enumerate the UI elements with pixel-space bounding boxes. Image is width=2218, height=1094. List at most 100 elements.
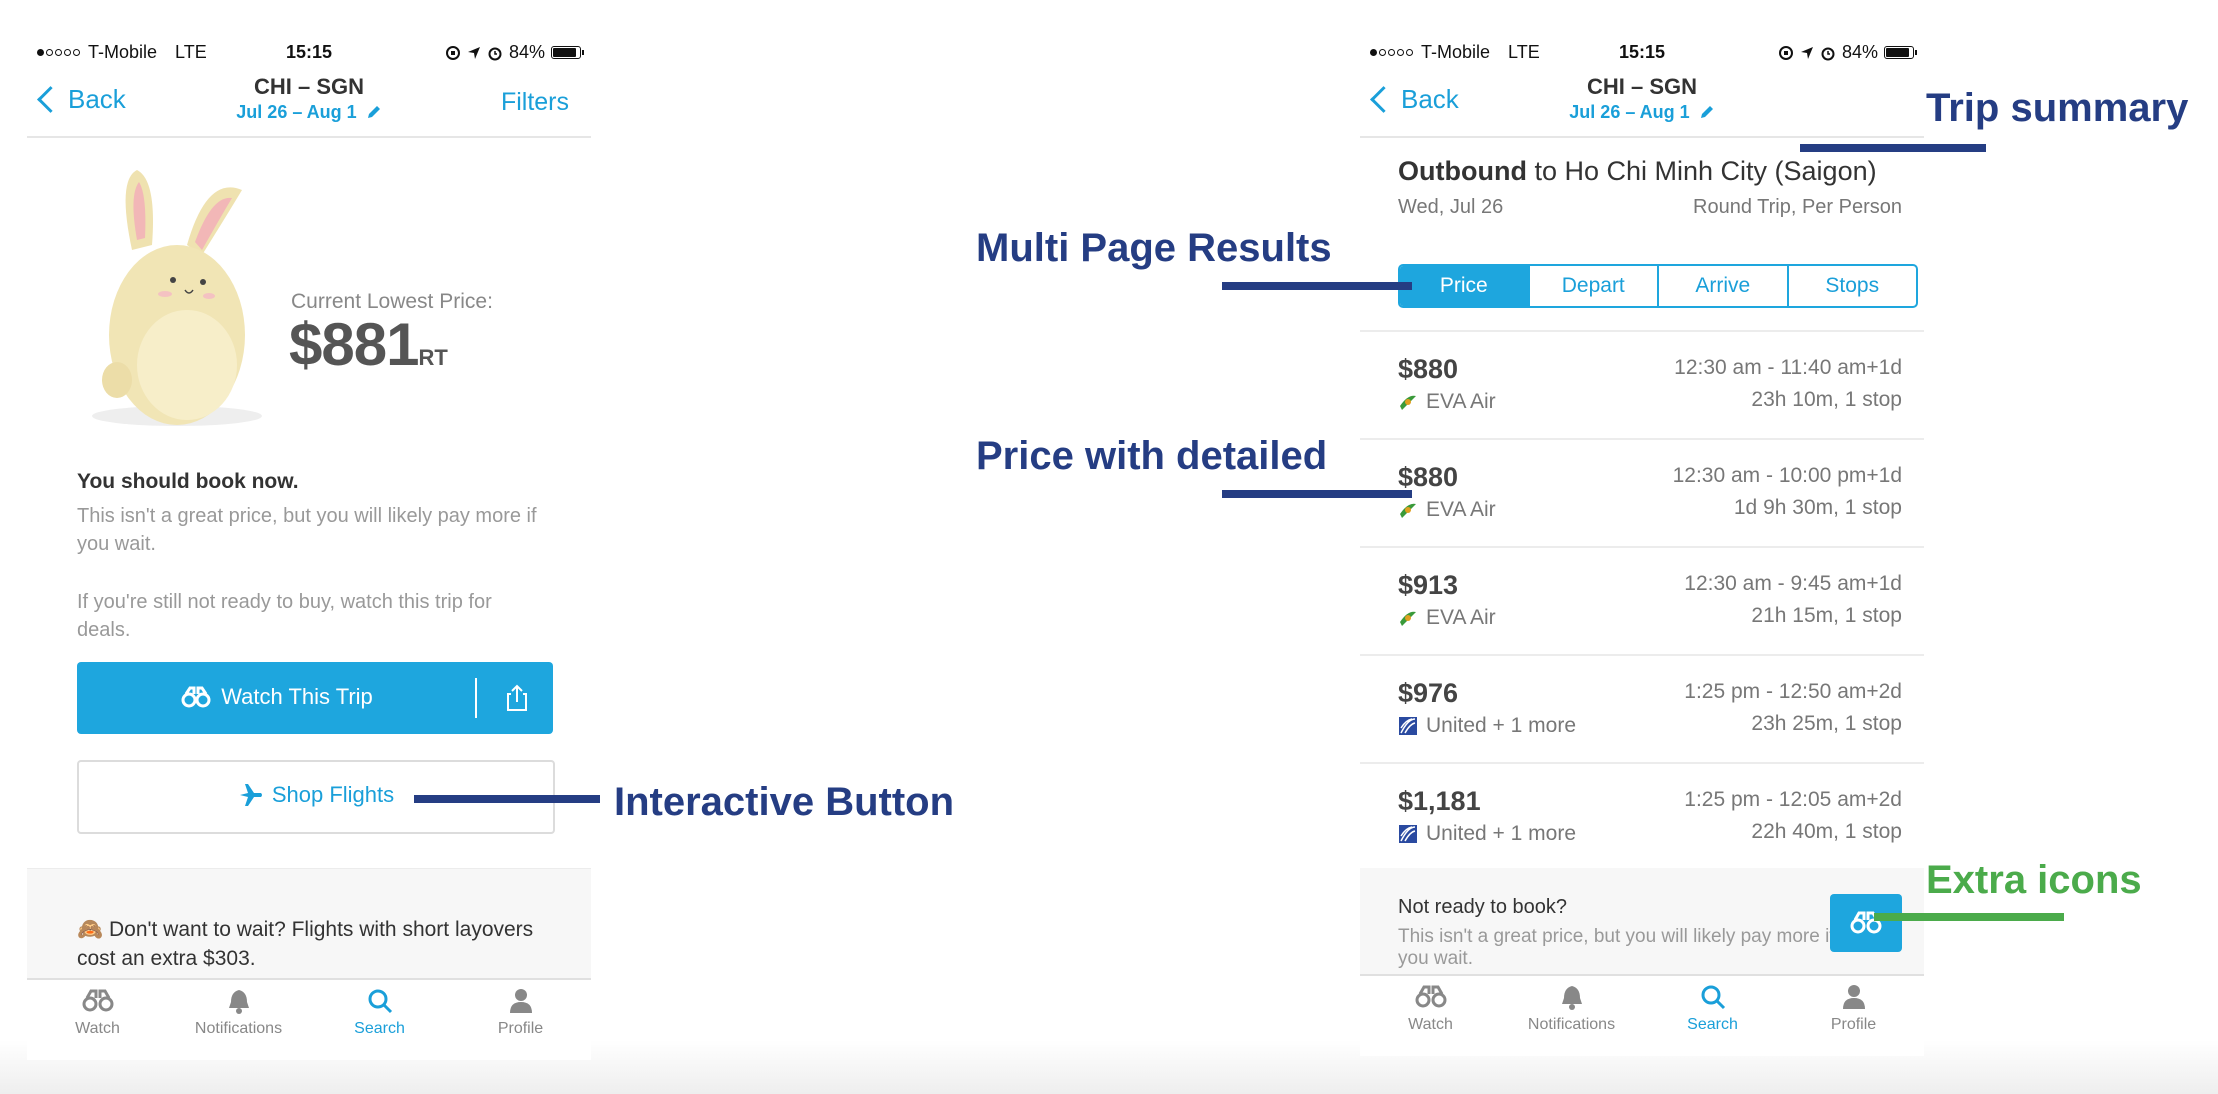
filters-button[interactable]: Filters <box>501 88 569 117</box>
not-ready-body: This isn't a great price, but you will l… <box>1398 926 1835 969</box>
flight-result-row[interactable]: $976 United + 1 more 1:25 pm - 12:50 am+… <box>1360 656 1924 764</box>
tab-search[interactable]: Search <box>309 980 450 1060</box>
trip-direction: Outbound <box>1398 156 1527 186</box>
airline-name: United + 1 more <box>1426 822 1576 845</box>
annotation-trip-summary-line <box>1800 144 1986 152</box>
flight-result-row[interactable]: $880 EVA Air 12:30 am - 11:40 am+1d 23h … <box>1360 332 1924 440</box>
sort-segmented-control: Price Depart Arrive Stops <box>1398 264 1918 308</box>
sort-tab-arrive[interactable]: Arrive <box>1657 266 1787 306</box>
share-icon[interactable] <box>497 682 537 714</box>
tab-watch[interactable]: Watch <box>1360 976 1501 1056</box>
annotation-interactive-button-line <box>414 795 600 803</box>
flight-result-row[interactable]: $880 EVA Air 12:30 am - 10:00 pm+1d 1d 9… <box>1360 440 1924 548</box>
flight-result-row[interactable]: $913 EVA Air 12:30 am - 9:45 am+1d 21h 1… <box>1360 548 1924 656</box>
flight-times: 12:30 am - 11:40 am+1d <box>1674 356 1902 379</box>
tab-watch-label: Watch <box>1408 1016 1453 1033</box>
advice-headline: You should book now. <box>77 470 299 493</box>
flight-duration: 21h 15m, 1 stop <box>1751 604 1902 627</box>
search-icon <box>368 989 392 1014</box>
price-amount: $881 <box>289 311 419 378</box>
bell-icon <box>228 990 249 1014</box>
trip-dates: Jul 26 – Aug 1 <box>236 102 357 122</box>
flight-price: $880 <box>1398 462 1459 492</box>
sort-tab-stops[interactable]: Stops <box>1786 266 1917 306</box>
tab-search-label: Search <box>354 1020 405 1037</box>
tab-profile[interactable]: Profile <box>1783 976 1924 1056</box>
flight-price: $976 <box>1398 678 1459 708</box>
flight-result-row[interactable]: $1,181 United + 1 more 1:25 pm - 12:05 a… <box>1360 764 1924 872</box>
flight-results-list: $880 EVA Air 12:30 am - 11:40 am+1d 23h … <box>1360 330 1924 872</box>
flight-duration: 22h 40m, 1 stop <box>1751 820 1902 843</box>
watch-trip-label: Watch This Trip <box>221 684 373 709</box>
sort-tab-depart[interactable]: Depart <box>1527 266 1658 306</box>
airline-name: EVA Air <box>1426 606 1496 629</box>
annotation-price-detail-line <box>1222 490 1412 498</box>
tab-notifications[interactable]: Notifications <box>1501 976 1642 1056</box>
tab-profile[interactable]: Profile <box>450 980 591 1060</box>
flight-times: 1:25 pm - 12:05 am+2d <box>1684 788 1902 811</box>
flight-times: 1:25 pm - 12:50 am+2d <box>1684 680 1902 703</box>
airplane-icon <box>239 784 262 806</box>
annotation-trip-summary: Trip summary <box>1926 86 2189 130</box>
trip-dates: Jul 26 – Aug 1 <box>1569 102 1690 122</box>
trip-date: Wed, Jul 26 <box>1398 196 1504 218</box>
pencil-icon <box>367 106 380 118</box>
airline-name: EVA Air <box>1426 498 1496 521</box>
flight-duration: 23h 25m, 1 stop <box>1751 712 1902 735</box>
battery-percent: 84% <box>1841 42 1878 62</box>
watch-trip-button[interactable]: Watch This Trip <box>77 662 553 734</box>
tab-search[interactable]: Search <box>1642 976 1783 1056</box>
nav-bar: Back CHI – SGN Jul 26 – Aug 1 Filters <box>27 70 591 138</box>
airline-name: EVA Air <box>1426 390 1496 413</box>
annotation-multi-page: Multi Page Results <box>976 226 1332 270</box>
tab-bar: Watch Notifications Search Profile <box>1360 974 1924 1056</box>
trip-summary-title: Outbound to Ho Chi Minh City (Saigon) <box>1398 156 1877 187</box>
flight-duration: 1d 9h 30m, 1 stop <box>1733 496 1902 519</box>
rotation-lock-icon <box>445 45 460 60</box>
tab-notifications-label: Notifications <box>1527 1016 1616 1033</box>
tab-profile-label: Profile <box>1830 1016 1877 1033</box>
alarm-icon <box>1821 47 1835 60</box>
rotation-lock-icon <box>1778 45 1793 60</box>
left-phone-screen: T-Mobile LTE 15:15 84% Back CHI – SGN Ju… <box>27 0 591 1060</box>
tab-watch[interactable]: Watch <box>27 980 168 1060</box>
route-title: CHI – SGN <box>1586 74 1698 99</box>
right-phone-screen: T-Mobile LTE 15:15 84% Back CHI – SGN Ju… <box>1360 0 1924 1056</box>
price-suffix: RT <box>418 345 448 370</box>
trip-dates-edit[interactable]: Jul 26 – Aug 1 <box>1360 102 1924 123</box>
eva-air-logo-icon <box>1400 611 1416 626</box>
battery-icon <box>551 46 584 59</box>
battery-icon <box>1884 46 1917 59</box>
location-arrow-icon <box>467 46 480 59</box>
annotation-interactive-button: Interactive Button <box>614 780 955 824</box>
search-icon <box>1701 985 1725 1010</box>
annotation-extra-icons: Extra icons <box>1926 858 2142 902</box>
tab-bar: Watch Notifications Search Profile <box>27 978 591 1060</box>
united-logo-icon <box>1399 717 1417 735</box>
button-divider <box>475 678 477 718</box>
eva-air-logo-icon <box>1400 503 1416 518</box>
annotation-price-detail: Price with detailed <box>976 434 1328 478</box>
status-bar: T-Mobile LTE 15:15 84% <box>37 42 584 66</box>
tab-search-label: Search <box>1687 1016 1738 1033</box>
bunny-mascot-icon <box>92 170 262 426</box>
layover-note-panel: 🙈 Don't want to wait? Flights with short… <box>27 868 591 979</box>
nav-bar: Back CHI – SGN Jul 26 – Aug 1 <box>1360 70 1924 138</box>
battery-percent: 84% <box>508 42 545 62</box>
not-ready-title: Not ready to book? <box>1398 896 1567 918</box>
binoculars-icon <box>1415 985 1446 1008</box>
advice-body: This isn't a great price, but you will l… <box>77 505 537 555</box>
bell-icon <box>1561 986 1582 1010</box>
fare-type: Round Trip, Per Person <box>1693 196 1902 218</box>
flight-times: 12:30 am - 10:00 pm+1d <box>1672 464 1902 487</box>
location-arrow-icon <box>1800 46 1813 59</box>
tab-notifications[interactable]: Notifications <box>168 980 309 1060</box>
layover-note: 🙈 Don't want to wait? Flights with short… <box>77 918 534 970</box>
sort-tab-price[interactable]: Price <box>1400 266 1528 306</box>
flight-times: 12:30 am - 9:45 am+1d <box>1684 572 1902 595</box>
not-ready-panel: Not ready to book? This isn't a great pr… <box>1360 868 1924 978</box>
flight-price: $880 <box>1398 354 1459 384</box>
annotation-extra-icons-line <box>1874 913 2064 921</box>
watch-trip-icon-button[interactable] <box>1830 894 1902 952</box>
eva-air-logo-icon <box>1400 395 1416 410</box>
